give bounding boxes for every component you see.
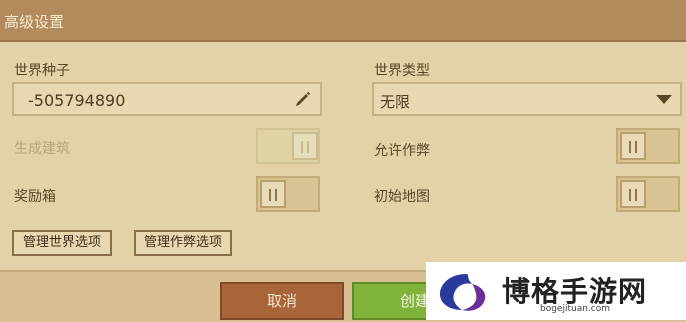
manage-world-options-button[interactable]: 管理世界选项	[12, 230, 112, 256]
pencil-icon[interactable]	[294, 90, 312, 108]
generate-structures-toggle	[256, 128, 320, 164]
seed-value: -505794890	[28, 91, 126, 110]
toggle-knob	[620, 180, 646, 208]
dialog-title: 高级设置	[4, 13, 65, 31]
watermark-logo-icon	[440, 274, 486, 311]
allow-cheats-label: 允许作弊	[374, 143, 430, 159]
starting-map-toggle[interactable]	[616, 176, 680, 212]
seed-label: 世界种子	[14, 63, 70, 79]
world-type-label: 世界类型	[374, 63, 430, 79]
world-type-select[interactable]: 无限	[372, 82, 682, 116]
toggle-knob	[260, 180, 286, 208]
caret-down-icon	[656, 95, 672, 104]
toggle-knob	[620, 132, 646, 160]
cancel-button[interactable]: 取消	[220, 282, 344, 320]
world-type-value: 无限	[380, 93, 411, 111]
bonus-chest-toggle[interactable]	[256, 176, 320, 212]
title-bar: 高级设置	[0, 0, 686, 42]
advanced-settings-dialog: 高级设置 世界种子 -505794890 世界类型 无限 生成建筑 允许作弊 奖…	[0, 0, 686, 322]
watermark: 博格手游网 bogejituan.com	[426, 262, 686, 320]
seed-input[interactable]: -505794890	[12, 82, 322, 116]
bonus-chest-label: 奖励箱	[14, 189, 56, 205]
manage-cheat-options-button[interactable]: 管理作弊选项	[134, 230, 232, 256]
generate-structures-label: 生成建筑	[14, 141, 70, 157]
toggle-knob	[292, 132, 318, 160]
watermark-url: bogejituan.com	[540, 304, 611, 314]
starting-map-label: 初始地图	[374, 189, 430, 205]
allow-cheats-toggle[interactable]	[616, 128, 680, 164]
